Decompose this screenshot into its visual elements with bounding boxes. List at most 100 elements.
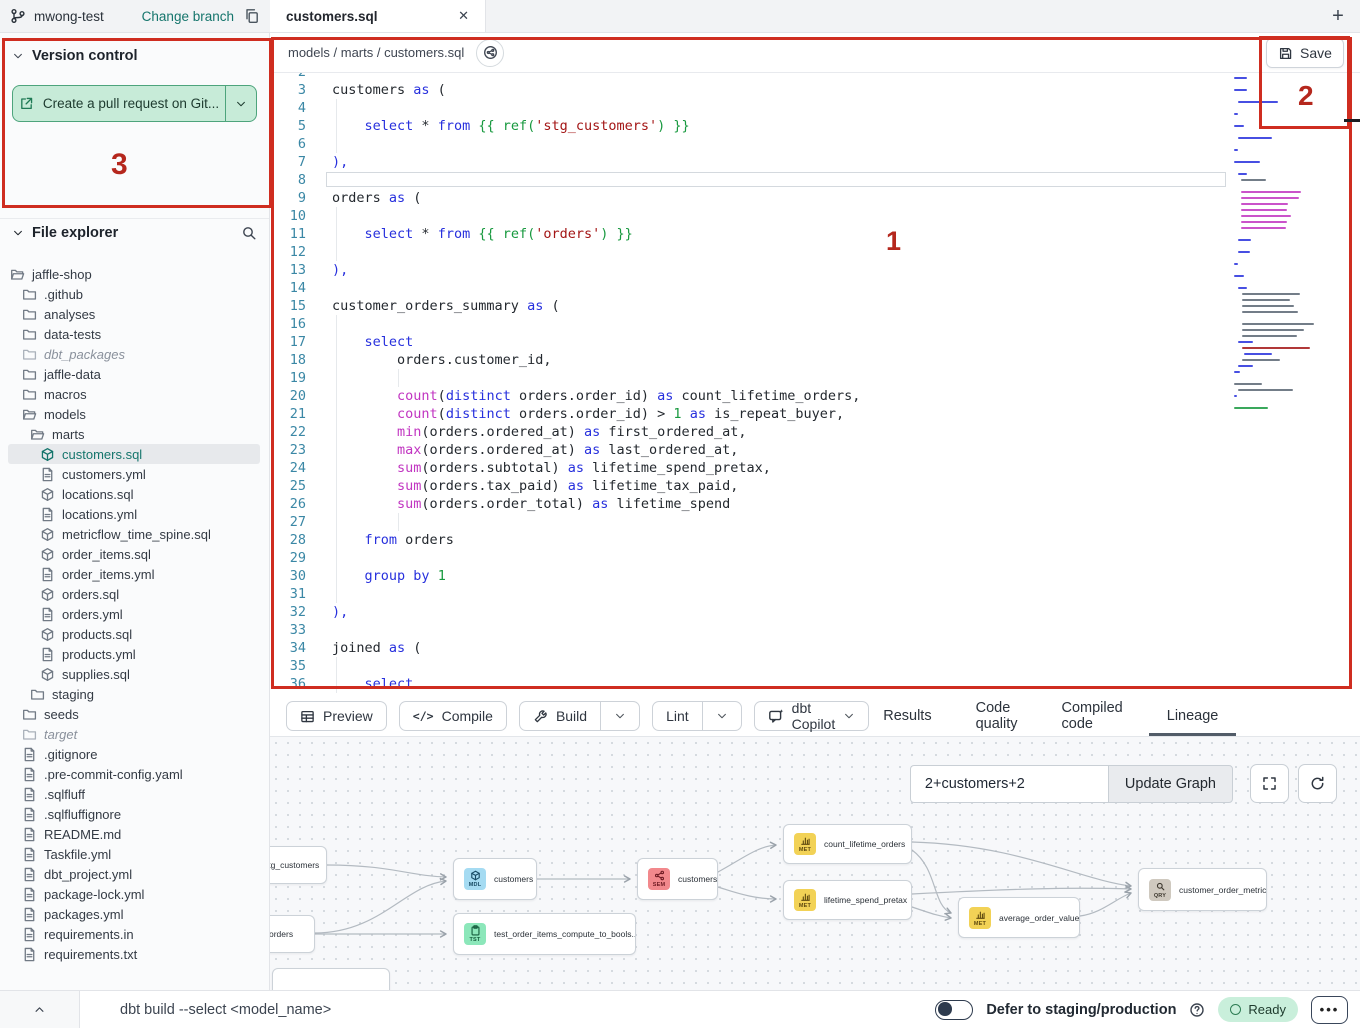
preview-button[interactable]: Preview xyxy=(286,701,387,731)
copilot-caret[interactable] xyxy=(843,710,855,722)
code-line[interactable]: 27 xyxy=(270,513,1360,531)
file-tree-item[interactable]: Taskfile.yml xyxy=(8,844,260,864)
code-line[interactable]: 29 xyxy=(270,549,1360,567)
lineage-node[interactable]: MDLcustomers xyxy=(453,858,537,900)
create-pr-caret[interactable] xyxy=(226,86,256,121)
code-line[interactable]: 21 count(distinct orders.order_id) > 1 a… xyxy=(270,405,1360,423)
file-tree-item[interactable]: orders.sql xyxy=(8,584,260,604)
file-tree-item[interactable]: .sqlfluff xyxy=(8,784,260,804)
code-line[interactable]: 28 from orders xyxy=(270,531,1360,549)
code-line[interactable]: 32), xyxy=(270,603,1360,621)
lint-caret[interactable] xyxy=(703,702,741,730)
file-tree-item[interactable]: marts xyxy=(8,424,260,444)
code-line[interactable]: 16 xyxy=(270,315,1360,333)
more-icon[interactable]: ••• xyxy=(1311,996,1348,1024)
file-tree-item[interactable]: package-lock.yml xyxy=(8,884,260,904)
code-line[interactable]: 20 count(distinct orders.order_id) as co… xyxy=(270,387,1360,405)
file-tree-item[interactable]: order_items.sql xyxy=(8,544,260,564)
code-line[interactable]: 14 xyxy=(270,279,1360,297)
change-branch-link[interactable]: Change branch xyxy=(142,9,234,24)
status-badge[interactable]: Ready xyxy=(1218,997,1298,1022)
fullscreen-icon[interactable] xyxy=(1250,764,1289,803)
refresh-icon[interactable] xyxy=(1298,764,1337,803)
version-control-header[interactable]: Version control xyxy=(12,48,257,64)
lint-button[interactable]: Lint xyxy=(652,701,742,731)
update-graph-button[interactable]: Update Graph xyxy=(1108,765,1233,803)
lineage-node[interactable]: METlifetime_spend_pretax xyxy=(783,880,912,920)
file-tree-item[interactable]: .github xyxy=(8,284,260,304)
file-tree-item[interactable]: packages.yml xyxy=(8,904,260,924)
file-tree-item[interactable]: jaffle-shop xyxy=(8,264,260,284)
code-line[interactable]: 34joined as ( xyxy=(270,639,1360,657)
code-line[interactable]: 18 orders.customer_id, xyxy=(270,351,1360,369)
code-line[interactable]: 23 max(orders.ordered_at) as last_ordere… xyxy=(270,441,1360,459)
minimap[interactable] xyxy=(1234,75,1314,505)
command-input[interactable]: dbt build --select <model_name> xyxy=(120,1002,331,1018)
file-tree-item[interactable]: products.yml xyxy=(8,644,260,664)
file-explorer-header[interactable]: File explorer xyxy=(12,225,257,241)
save-button[interactable]: Save xyxy=(1266,38,1344,68)
code-line[interactable]: 5 select * from {{ ref('stg_customers') … xyxy=(270,117,1360,135)
code-line[interactable]: 15customer_orders_summary as ( xyxy=(270,297,1360,315)
lineage-node[interactable]: MDLstg_customers xyxy=(270,846,327,884)
tab-results[interactable]: Results xyxy=(881,696,933,736)
code-line[interactable]: 31 xyxy=(270,585,1360,603)
file-tree-item[interactable]: seeds xyxy=(8,704,260,724)
lineage-icon[interactable] xyxy=(476,39,504,67)
file-tree-item[interactable]: .sqlfluffignore xyxy=(8,804,260,824)
file-tree-item[interactable]: orders.yml xyxy=(8,604,260,624)
defer-toggle[interactable] xyxy=(935,1000,973,1020)
new-tab-button[interactable]: + xyxy=(1316,0,1360,32)
file-tree-item[interactable]: order_items.yml xyxy=(8,564,260,584)
file-tree-item[interactable]: requirements.txt xyxy=(8,944,260,964)
code-line[interactable]: 6 xyxy=(270,135,1360,153)
build-button[interactable]: Build xyxy=(519,701,640,731)
code-line[interactable]: 33 xyxy=(270,621,1360,639)
build-caret[interactable] xyxy=(601,702,639,730)
file-tree-item[interactable]: staging xyxy=(8,684,260,704)
lineage-node[interactable]: SEMcustomers xyxy=(637,858,718,900)
file-tree-item[interactable]: analyses xyxy=(8,304,260,324)
code-line[interactable]: 10 xyxy=(270,207,1360,225)
code-line[interactable]: 7), xyxy=(270,153,1360,171)
code-line[interactable]: 26 sum(orders.order_total) as lifetime_s… xyxy=(270,495,1360,513)
code-editor[interactable]: 23customers as (45 select * from {{ ref(… xyxy=(270,73,1360,696)
tab-compiled-code[interactable]: Compiled code xyxy=(1060,696,1125,736)
file-tree-item[interactable]: dbt_packages xyxy=(8,344,260,364)
code-line[interactable]: 12 xyxy=(270,243,1360,261)
code-line[interactable]: 36 select xyxy=(270,675,1360,693)
code-line[interactable]: 35 xyxy=(270,657,1360,675)
lineage-node[interactable]: METaverage_order_value xyxy=(958,897,1080,938)
file-tree-item[interactable]: macros xyxy=(8,384,260,404)
code-line[interactable]: 25 sum(orders.tax_paid) as lifetime_tax_… xyxy=(270,477,1360,495)
chevron-up-icon[interactable] xyxy=(0,991,80,1028)
file-tree-item[interactable]: metricflow_time_spine.sql xyxy=(8,524,260,544)
file-tree-item[interactable]: .pre-commit-config.yaml xyxy=(8,764,260,784)
tab-code-quality[interactable]: Code quality xyxy=(974,696,1020,736)
code-line[interactable]: 9orders as ( xyxy=(270,189,1360,207)
code-line[interactable]: 8 xyxy=(270,171,1360,189)
copy-icon[interactable] xyxy=(244,8,260,24)
lineage-node[interactable]: MDLorders xyxy=(270,915,315,953)
file-tree-item[interactable]: customers.yml xyxy=(8,464,260,484)
lineage-node[interactable]: METcount_lifetime_orders xyxy=(783,824,912,864)
code-line[interactable]: 19 xyxy=(270,369,1360,387)
file-tree-item[interactable]: customers.sql xyxy=(8,444,260,464)
code-line[interactable]: 24 sum(orders.subtotal) as lifetime_spen… xyxy=(270,459,1360,477)
lineage-filter-input[interactable] xyxy=(910,765,1108,803)
file-tree-item[interactable]: locations.sql xyxy=(8,484,260,504)
file-tree-item[interactable]: requirements.in xyxy=(8,924,260,944)
code-line[interactable]: 2 xyxy=(270,73,1360,81)
code-line[interactable]: 11 select * from {{ ref('orders') }} xyxy=(270,225,1360,243)
lineage-node-partial[interactable] xyxy=(272,968,390,990)
file-tree-item[interactable]: supplies.sql xyxy=(8,664,260,684)
code-line[interactable]: 3customers as ( xyxy=(270,81,1360,99)
tab-lineage[interactable]: Lineage xyxy=(1165,696,1221,736)
lineage-node[interactable]: QRYcustomer_order_metrics xyxy=(1138,868,1267,911)
file-tree-item[interactable]: products.sql xyxy=(8,624,260,644)
help-icon[interactable] xyxy=(1189,1002,1205,1018)
file-tree-item[interactable]: locations.yml xyxy=(8,504,260,524)
lineage-node[interactable]: TSTtest_order_items_compute_to_bools... xyxy=(453,913,636,955)
file-tree-item[interactable]: jaffle-data xyxy=(8,364,260,384)
create-pr-main[interactable]: Create a pull request on Git... xyxy=(13,86,226,121)
